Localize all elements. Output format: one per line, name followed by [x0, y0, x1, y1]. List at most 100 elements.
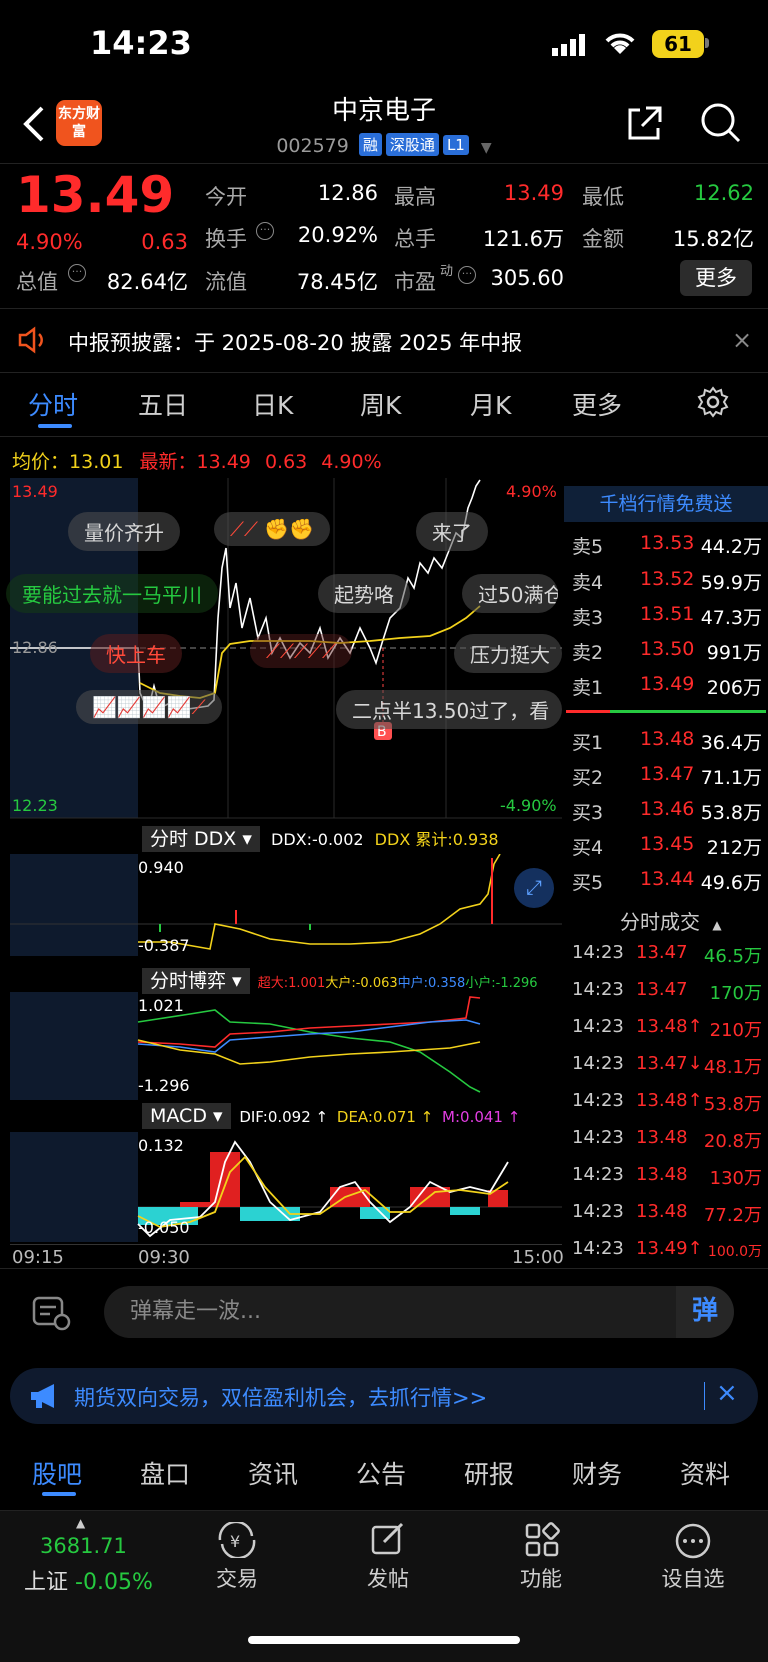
- info-icon[interactable]: ···: [458, 266, 476, 284]
- tab-daily-k[interactable]: 日K: [252, 386, 293, 422]
- watchlist-icon[interactable]: [674, 1522, 712, 1564]
- info-icon[interactable]: ···: [68, 264, 86, 282]
- bo-bottom-label: -1.296: [138, 1076, 190, 1095]
- post-icon[interactable]: [370, 1522, 406, 1562]
- stock-code: 002579: [276, 135, 349, 157]
- danmu-bubble[interactable]: 过50满仓: [462, 574, 558, 613]
- order-book-banner[interactable]: 千档行情免费送: [564, 486, 768, 522]
- tab-research[interactable]: 研报: [464, 1455, 514, 1491]
- caret-down-icon[interactable]: ▼: [481, 140, 492, 156]
- tab-intraday[interactable]: 分时: [28, 386, 78, 422]
- info-icon[interactable]: ···: [256, 222, 274, 240]
- danmu-send-label: 弹: [691, 1296, 718, 1326]
- active-tab-indicator: [42, 1492, 76, 1496]
- trades-title: 分时成交: [620, 910, 700, 934]
- nav-functions[interactable]: 功能: [496, 1563, 586, 1593]
- status-time: 14:23: [90, 24, 192, 62]
- bo-selector[interactable]: 分时博弈 ▾: [142, 968, 250, 994]
- danmu-send-button[interactable]: 弹: [676, 1286, 734, 1338]
- bo-super: 超大:1.001: [257, 976, 326, 991]
- bo-header: 分时博弈 ▾ 超大:1.001大户:-0.063中户:0.358小户:-1.29…: [142, 966, 538, 994]
- volume-value: 121.6万: [482, 227, 564, 251]
- svg-text:¥: ¥: [230, 1532, 240, 1551]
- bo-large: 大户:-0.063: [325, 976, 398, 991]
- ad-separator: [704, 1382, 705, 1410]
- macd-chart[interactable]: [10, 1132, 562, 1242]
- danmu-bubble[interactable]: 压力挺大: [454, 634, 562, 673]
- ad-text[interactable]: 期货双向交易，双倍盈利机会，去抓行情>>: [74, 1382, 487, 1412]
- danmu-toggle-icon[interactable]: [30, 1292, 72, 1336]
- time-axis: 09:15 09:30 15:00: [10, 1244, 564, 1268]
- tab-guba[interactable]: 股吧: [32, 1455, 82, 1491]
- nav-trade[interactable]: 交易: [192, 1563, 282, 1593]
- trade-icon[interactable]: ¥: [216, 1520, 258, 1562]
- index-value[interactable]: 3681.71: [40, 1534, 127, 1558]
- battery-tip: [705, 38, 709, 48]
- time-label-trade: 09:30: [138, 1247, 190, 1268]
- tab-news[interactable]: 资讯: [248, 1455, 298, 1491]
- emoji-icon: 📈📈📈📈⟋: [92, 695, 206, 719]
- ddx-value: DDX:-0.002: [271, 830, 364, 849]
- divider: [0, 436, 768, 437]
- settings-icon[interactable]: [697, 386, 729, 422]
- emoji-icon: ⟋⟋ ✊✊: [230, 517, 315, 541]
- share-icon[interactable]: [624, 104, 664, 148]
- amount-value: 15.82亿: [672, 227, 754, 251]
- home-indicator: [248, 1636, 520, 1644]
- divider: [0, 1268, 768, 1269]
- tab-weekly-k[interactable]: 周K: [360, 386, 401, 422]
- notice-text[interactable]: 中报预披露：于 2025-08-20 披露 2025 年中报: [68, 327, 522, 357]
- axis-bottom-pct: -4.90%: [500, 796, 557, 815]
- danmu-bubble[interactable]: ⟋⟋⟋⟋⟋: [250, 634, 352, 668]
- wifi-icon: [602, 30, 638, 60]
- trades-header[interactable]: 分时成交 ▲: [620, 906, 722, 935]
- more-button[interactable]: 更多: [680, 260, 752, 296]
- ddx-chart[interactable]: [10, 854, 562, 956]
- danmu-input[interactable]: 弹幕走一波...: [104, 1286, 708, 1338]
- danmu-bubble[interactable]: 来了: [416, 512, 488, 551]
- search-icon[interactable]: [700, 102, 742, 148]
- tab-5day[interactable]: 五日: [138, 386, 188, 422]
- macd-dif: DIF:0.092 ↑: [239, 1108, 329, 1126]
- bo-chart[interactable]: [10, 992, 562, 1100]
- latest-pct: 4.90%: [321, 451, 382, 473]
- macd-bottom-label: -0.050: [138, 1218, 190, 1237]
- danmu-bubble[interactable]: 起势咯: [318, 574, 410, 613]
- macd-m: M:0.041 ↑: [442, 1108, 521, 1126]
- danmu-bubble[interactable]: 量价齐升: [68, 512, 180, 551]
- turnover-value: 20.92%: [297, 223, 378, 247]
- danmu-bubble[interactable]: 二点半13.50过了，看: [336, 690, 562, 729]
- tab-finance[interactable]: 财务: [572, 1455, 622, 1491]
- battery-indicator: 61: [652, 30, 704, 58]
- open-value: 12.86: [317, 181, 378, 205]
- danmu-bubble[interactable]: ⟋⟋ ✊✊: [214, 512, 331, 546]
- index-row[interactable]: 上证 -0.05%: [24, 1564, 153, 1596]
- avg-value: 13.01: [69, 451, 124, 473]
- tab-more[interactable]: 更多: [572, 386, 622, 422]
- speaker-icon: [16, 326, 50, 358]
- time-label-close: 15:00: [512, 1247, 564, 1268]
- ddx-selector[interactable]: 分时 DDX ▾: [142, 826, 260, 852]
- caret-up-icon: ▲: [712, 918, 722, 932]
- danmu-bubble[interactable]: 快上车: [90, 634, 182, 673]
- index-label: 上证: [24, 1570, 69, 1595]
- expand-icon[interactable]: ⤢: [514, 868, 554, 908]
- ad-close-icon[interactable]: ×: [716, 1378, 738, 1408]
- functions-icon[interactable]: [524, 1522, 560, 1562]
- macd-selector[interactable]: MACD ▾: [142, 1103, 231, 1129]
- current-price: 13.49: [16, 166, 175, 224]
- turnover-label: 换手: [205, 227, 247, 251]
- tab-profile[interactable]: 资料: [680, 1455, 730, 1491]
- divider: [0, 372, 768, 373]
- nav-post[interactable]: 发帖: [343, 1563, 433, 1593]
- tab-announcements[interactable]: 公告: [356, 1455, 406, 1491]
- tab-monthly-k[interactable]: 月K: [470, 386, 511, 422]
- danmu-bubble[interactable]: 要能过去就一马平川: [6, 574, 218, 613]
- divider: [0, 308, 768, 309]
- axis-top-pct: 4.90%: [506, 482, 557, 501]
- nav-watchlist[interactable]: 设自选: [648, 1563, 738, 1593]
- danmu-bubble[interactable]: 📈📈📈📈⟋: [76, 690, 222, 724]
- close-icon[interactable]: ×: [732, 326, 752, 354]
- tab-pankou[interactable]: 盘口: [140, 1455, 190, 1491]
- active-tab-indicator: [38, 424, 72, 428]
